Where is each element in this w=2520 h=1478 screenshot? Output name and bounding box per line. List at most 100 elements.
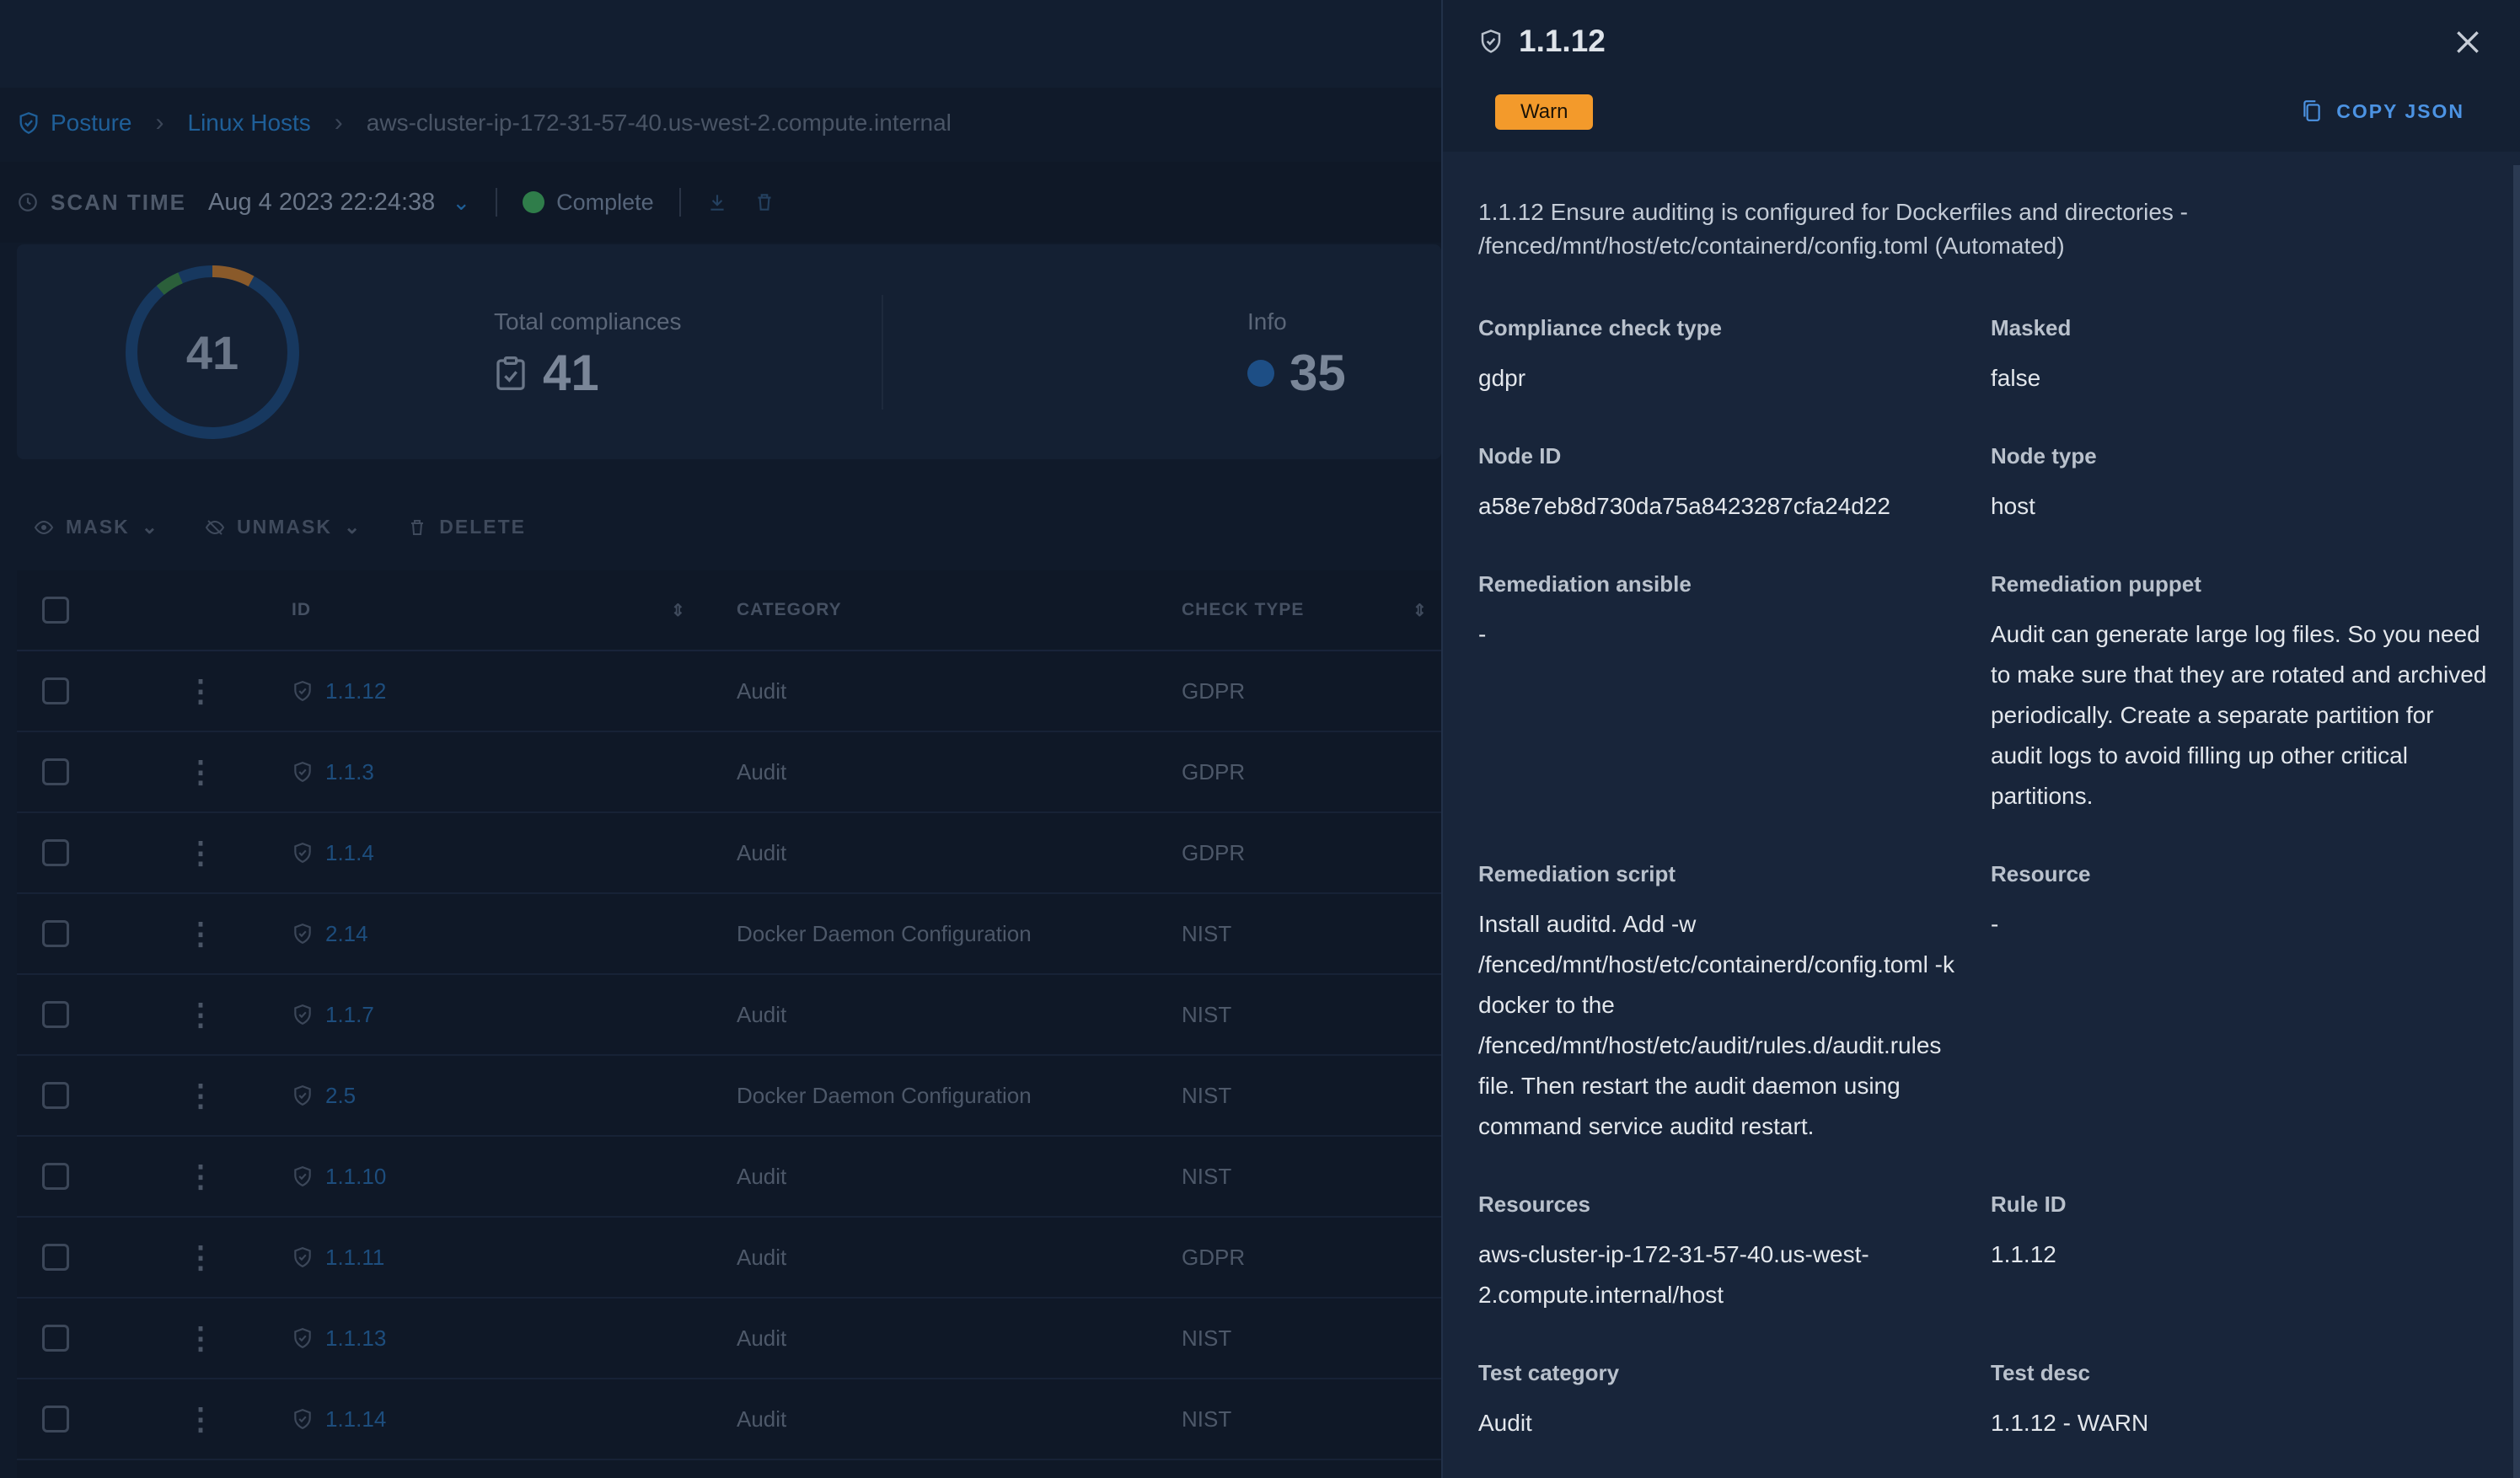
shield-check-icon: [294, 1409, 311, 1430]
more-options-icon[interactable]: ⋮: [185, 997, 216, 1032]
more-options-icon[interactable]: ⋮: [185, 673, 216, 709]
more-options-icon[interactable]: ⋮: [185, 1401, 216, 1437]
copy-json-label: COPY JSON: [2336, 99, 2464, 122]
rule-id-link[interactable]: 1.1.13: [325, 1325, 386, 1352]
rule-id-cell[interactable]: 1.1.3: [292, 759, 374, 785]
table-row[interactable]: ⋮ 1.1.10 Audit NIST: [17, 1137, 1441, 1218]
more-options-icon[interactable]: ⋮: [185, 1078, 216, 1113]
trash-icon: [411, 519, 424, 535]
row-checkbox[interactable]: [42, 920, 69, 947]
bulk-actions: MASK ⌄ UNMASK ⌄ DELETE: [34, 516, 526, 538]
row-checkbox[interactable]: [42, 1001, 69, 1028]
chevron-right-icon: ›: [334, 109, 343, 137]
rule-id-cell[interactable]: 1.1.13: [292, 1325, 386, 1352]
field-label: Node type: [1991, 443, 2097, 469]
rule-id-cell[interactable]: 1.1.4: [292, 840, 374, 866]
table-row[interactable]: ⋮ 1.1.11 Audit GDPR: [17, 1218, 1441, 1299]
drawer-header: 1.1.12 Warn COPY JSON: [1443, 0, 2520, 152]
download-icon[interactable]: [706, 191, 728, 213]
field-label: Remediation script: [1478, 861, 1676, 886]
row-checkbox[interactable]: [42, 677, 69, 704]
select-all-checkbox[interactable]: [42, 597, 69, 624]
sort-icon[interactable]: ⇕: [1413, 600, 1428, 621]
chevron-down-icon[interactable]: ⌄: [452, 190, 470, 216]
column-id[interactable]: ID: [292, 600, 311, 620]
rule-id-cell[interactable]: 1.1.7: [292, 1002, 374, 1028]
field-compliance-check-type: Compliance check type gdpr: [1478, 315, 1976, 399]
total-compliances-label: Total compliances: [494, 308, 682, 335]
rule-id-link[interactable]: 1.1.12: [325, 678, 386, 704]
more-options-icon[interactable]: ⋮: [185, 1159, 216, 1194]
shield-check-icon: [294, 1247, 311, 1268]
breadcrumb-posture[interactable]: Posture: [17, 110, 132, 137]
compliance-detail-drawer: 1.1.12 Warn COPY JSON 1.1.12 Ensure audi…: [1441, 0, 2520, 1478]
delete-button[interactable]: DELETE: [407, 516, 526, 538]
row-checkbox[interactable]: [42, 758, 69, 785]
more-options-icon[interactable]: ⋮: [185, 835, 216, 870]
more-options-icon[interactable]: ⋮: [185, 916, 216, 951]
table-row[interactable]: ⋮ 1.1.14 Audit NIST: [17, 1379, 1441, 1460]
rule-id-cell[interactable]: 1.1.14: [292, 1406, 386, 1432]
column-check-type[interactable]: CHECK TYPE: [1182, 600, 1304, 620]
table-row[interactable]: ⋮ 1.1.4 Audit GDPR: [17, 813, 1441, 894]
copy-json-button[interactable]: COPY JSON: [2301, 99, 2464, 123]
rule-id-link[interactable]: 1.1.11: [325, 1245, 384, 1271]
table-row[interactable]: ⋮ 1.1.7 Audit NIST: [17, 975, 1441, 1056]
category-cell: Docker Daemon Configuration: [737, 1082, 1032, 1108]
row-checkbox[interactable]: [42, 1244, 69, 1271]
field-value: false: [1991, 365, 2041, 391]
more-options-icon[interactable]: ⋮: [185, 1240, 216, 1275]
scan-status: Complete: [556, 189, 654, 215]
rule-id-link[interactable]: 1.1.4: [325, 840, 374, 866]
rule-id-cell[interactable]: 2.14: [292, 921, 368, 947]
rule-id-cell[interactable]: 1.1.11: [292, 1245, 384, 1271]
rule-id-link[interactable]: 1.1.7: [325, 1002, 374, 1028]
row-checkbox[interactable]: [42, 1163, 69, 1190]
info-count: Info 35: [1247, 308, 1346, 402]
divider: [496, 188, 498, 217]
more-options-icon[interactable]: ⋮: [185, 754, 216, 790]
field-label: Masked: [1991, 315, 2072, 340]
unmask-button[interactable]: UNMASK ⌄: [205, 516, 362, 538]
table-row[interactable]: ⋮ 2.5 Docker Daemon Configuration NIST: [17, 1056, 1441, 1137]
row-checkbox[interactable]: [42, 1406, 69, 1432]
compliance-table: ID ⇕ CATEGORY CHECK TYPE ⇕ ⋮ 1.1.12 Audit G…: [17, 570, 1441, 1478]
breadcrumb-linux-hosts[interactable]: Linux Hosts: [188, 110, 311, 137]
scrollbar[interactable]: [2513, 165, 2520, 1478]
more-options-icon[interactable]: ⋮: [185, 1320, 216, 1356]
shield-icon: [19, 112, 38, 134]
row-checkbox[interactable]: [42, 839, 69, 866]
check-type-cell: NIST: [1182, 1406, 1232, 1432]
total-compliances: Total compliances 41: [494, 308, 682, 402]
rule-id-cell[interactable]: 1.1.12: [292, 678, 386, 704]
scan-time-value[interactable]: Aug 4 2023 22:24:38: [208, 189, 435, 217]
table-row[interactable]: ⋮ 1.1.13 Audit NIST: [17, 1299, 1441, 1379]
field-remediation-puppet: Remediation puppet Audit can generate la…: [1991, 571, 2488, 817]
mask-button[interactable]: MASK ⌄: [34, 516, 159, 538]
eye-icon: [34, 520, 54, 534]
trash-icon[interactable]: [753, 191, 775, 213]
table-row[interactable]: ⋮ 1.1.12 Audit GDPR: [17, 651, 1441, 732]
field-value: aws-cluster-ip-172-31-57-40.us-west-2.co…: [1478, 1241, 1869, 1308]
field-rule-id: Rule ID 1.1.12: [1991, 1192, 2488, 1275]
drawer-body: 1.1.12 Ensure auditing is configured for…: [1478, 195, 2486, 1436]
column-category[interactable]: CATEGORY: [737, 600, 842, 620]
rule-id-link[interactable]: 1.1.3: [325, 759, 374, 785]
row-checkbox[interactable]: [42, 1082, 69, 1109]
rule-id-cell[interactable]: 2.5: [292, 1083, 356, 1109]
rule-id-link[interactable]: 1.1.14: [325, 1406, 386, 1432]
rule-id-link[interactable]: 2.5: [325, 1083, 356, 1109]
check-type-cell: GDPR: [1182, 839, 1246, 865]
category-cell: Audit: [737, 1325, 787, 1351]
rule-id-link[interactable]: 1.1.10: [325, 1164, 386, 1190]
table-row[interactable]: ⋮ 1.1.3 Audit GDPR: [17, 732, 1441, 813]
table-row[interactable]: ⋮ 2.14 Docker Daemon Configuration NIST: [17, 894, 1441, 975]
rule-id-link[interactable]: 2.14: [325, 921, 368, 947]
rule-id-cell[interactable]: 1.1.10: [292, 1164, 386, 1190]
close-icon[interactable]: [2451, 25, 2485, 59]
row-checkbox[interactable]: [42, 1325, 69, 1352]
category-cell: Docker Daemon Configuration: [737, 920, 1032, 946]
copy-icon: [2303, 100, 2320, 121]
sort-icon[interactable]: ⇕: [671, 600, 686, 621]
check-type-cell: GDPR: [1182, 1244, 1246, 1270]
